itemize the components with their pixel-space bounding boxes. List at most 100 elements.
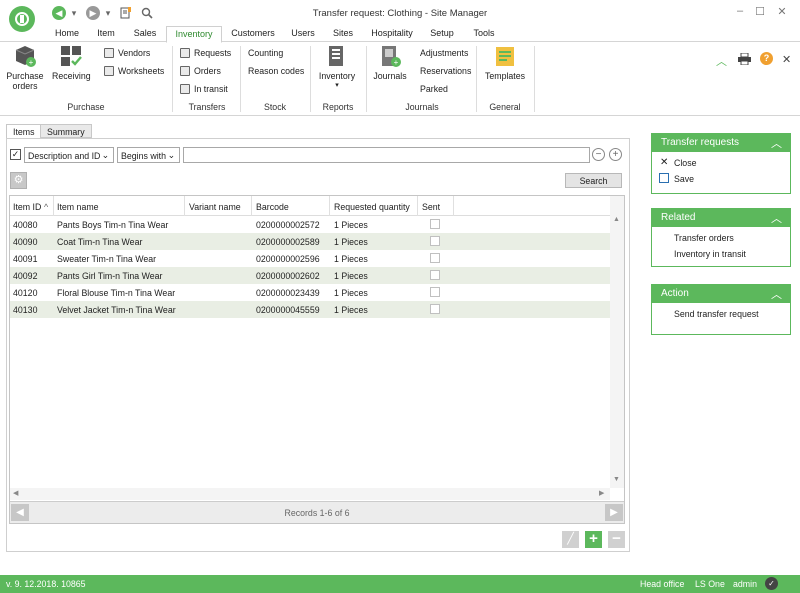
table-row[interactable]: 40080 Pants Boys Tim-n Tina Wear 0200000… <box>10 216 610 233</box>
general-group-label: General <box>489 102 521 112</box>
scroll-left-icon[interactable]: ◀ <box>13 489 18 497</box>
status-bar: v. 9. 12.2018. 10865 Head office LS One … <box>0 575 800 593</box>
tab-hospitality[interactable]: Hospitality <box>368 28 416 42</box>
cell-barcode: 0200000002589 <box>256 237 320 247</box>
sent-checkbox[interactable] <box>430 253 440 263</box>
filter-search-input[interactable] <box>183 147 590 163</box>
templates-label: Templates <box>484 71 526 81</box>
tab-summary[interactable]: Summary <box>40 124 92 138</box>
tab-item[interactable]: Item <box>92 28 120 42</box>
group-divider <box>366 46 367 112</box>
sent-checkbox[interactable] <box>430 287 440 297</box>
vertical-scrollbar[interactable]: ▲ ▼ <box>610 196 624 488</box>
collapse-icon[interactable]: ︿ <box>771 135 782 151</box>
tab-setup[interactable]: Setup <box>426 28 458 42</box>
sent-checkbox[interactable] <box>430 219 440 229</box>
cell-barcode: 0200000002602 <box>256 271 320 281</box>
tab-home[interactable]: Home <box>52 28 82 42</box>
collapse-icon[interactable]: ︿ <box>771 210 782 226</box>
tab-users[interactable]: Users <box>288 28 318 42</box>
column-barcode[interactable]: Barcode <box>256 202 289 212</box>
filter-field-select[interactable]: Description and ID ⌄ <box>24 147 114 163</box>
tab-sites[interactable]: Sites <box>328 28 358 42</box>
parked-button[interactable]: Parked <box>420 83 448 95</box>
table-row[interactable]: 40092 Pants Girl Tim-n Tina Wear 0200000… <box>10 267 610 284</box>
column-item-name[interactable]: Item name <box>57 202 99 212</box>
add-button[interactable]: + <box>585 531 602 548</box>
templates-icon <box>493 44 517 68</box>
collapse-icon[interactable]: ︿ <box>771 286 782 302</box>
table-row[interactable]: 40090 Coat Tim-n Tina Wear 0200000002589… <box>10 233 610 250</box>
tab-items[interactable]: Items <box>6 124 42 139</box>
next-page-button[interactable]: ▶ <box>605 504 623 521</box>
column-variant-name[interactable]: Variant name <box>189 202 241 212</box>
delete-button[interactable]: − <box>608 531 625 548</box>
orders-button[interactable]: Orders <box>180 65 221 77</box>
remove-filter-icon[interactable]: − <box>592 148 605 161</box>
table-row[interactable]: 40130 Velvet Jacket Tim-n Tina Wear 0200… <box>10 301 610 318</box>
vendors-button[interactable]: Vendors <box>104 47 150 59</box>
column-sent[interactable]: Sent <box>422 202 440 212</box>
truck-icon <box>180 84 190 94</box>
scroll-down-icon[interactable]: ▼ <box>613 476 620 483</box>
filter-checkbox[interactable]: ✓ <box>10 149 21 160</box>
panel-header[interactable]: Transfer requests ︿ <box>652 134 790 152</box>
journals-button[interactable]: + Journals <box>370 44 410 81</box>
send-transfer-request-link[interactable]: Send transfer request <box>652 306 790 322</box>
svg-text:+: + <box>394 58 399 67</box>
inventory-reports-button[interactable]: Inventory ▾ <box>316 44 358 91</box>
sort-ascending-icon: ^ <box>44 202 49 212</box>
reason-codes-button[interactable]: Reason codes <box>248 65 304 77</box>
worksheets-button[interactable]: Worksheets <box>104 65 164 77</box>
panel-header[interactable]: Action ︿ <box>652 285 790 303</box>
table-row[interactable]: 40120 Floral Blouse Tim-n Tina Wear 0200… <box>10 284 610 301</box>
in-transit-button[interactable]: In transit <box>180 83 228 95</box>
purchase-orders-button[interactable]: + Purchase orders <box>4 44 46 91</box>
search-button[interactable]: Search <box>565 173 622 188</box>
filter-mode-value: Begins with <box>121 151 166 161</box>
reason-codes-label: Reason codes <box>248 66 305 76</box>
close-window-button[interactable]: ✕ <box>774 5 790 18</box>
receiving-icon <box>59 44 83 68</box>
tab-sales[interactable]: Sales <box>130 28 160 42</box>
scroll-right-icon[interactable]: ▶ <box>599 489 604 497</box>
counting-button[interactable]: Counting <box>248 47 283 59</box>
cell-item-id: 40092 <box>13 271 38 281</box>
edit-button[interactable]: ╱ <box>562 531 579 548</box>
save-action[interactable]: Save <box>652 171 790 187</box>
sent-checkbox[interactable] <box>430 236 440 246</box>
tab-customers[interactable]: Customers <box>228 28 278 42</box>
sent-checkbox[interactable] <box>430 270 440 280</box>
product-text: LS One <box>695 579 725 589</box>
requests-button[interactable]: Requests <box>180 47 231 59</box>
horizontal-scrollbar[interactable]: ◀ ▶ <box>10 488 610 500</box>
tab-inventory[interactable]: Inventory <box>166 26 222 43</box>
filter-mode-select[interactable]: Begins with ⌄ <box>117 147 180 163</box>
sent-checkbox[interactable] <box>430 304 440 314</box>
transfer-orders-link[interactable]: Transfer orders <box>652 230 790 246</box>
maximize-button[interactable]: ☐ <box>752 5 768 18</box>
column-requested-quantity[interactable]: Requested quantity <box>334 202 410 212</box>
orders-label: Orders <box>194 66 221 76</box>
tab-tools[interactable]: Tools <box>468 28 500 42</box>
gear-icon[interactable]: ⚙ <box>10 172 27 189</box>
chevron-down-icon: ▾ <box>335 82 339 89</box>
close-action[interactable]: ✕ Close <box>652 155 790 171</box>
reservations-button[interactable]: Reservations <box>420 65 471 77</box>
table-row[interactable]: 40091 Sweater Tim-n Tina Wear 0200000002… <box>10 250 610 267</box>
journals-group-label: Journals <box>405 102 439 112</box>
minimize-button[interactable]: – <box>732 5 748 17</box>
panel-header[interactable]: Related ︿ <box>652 209 790 227</box>
cell-barcode: 0200000002596 <box>256 254 320 264</box>
adjustments-button[interactable]: Adjustments <box>420 47 468 59</box>
templates-button[interactable]: Templates <box>482 44 528 81</box>
grid-header: Item ID ^ Item name Variant name Barcode… <box>10 196 610 216</box>
cell-item-id: 40080 <box>13 220 38 230</box>
reports-icon <box>325 44 349 68</box>
reservations-label: Reservations <box>420 66 472 76</box>
scroll-up-icon[interactable]: ▲ <box>613 216 620 223</box>
inventory-in-transit-link[interactable]: Inventory in transit <box>652 246 790 262</box>
add-filter-icon[interactable]: + <box>609 148 622 161</box>
receiving-button[interactable]: Receiving <box>52 44 91 81</box>
column-item-id[interactable]: Item ID <box>13 202 41 212</box>
